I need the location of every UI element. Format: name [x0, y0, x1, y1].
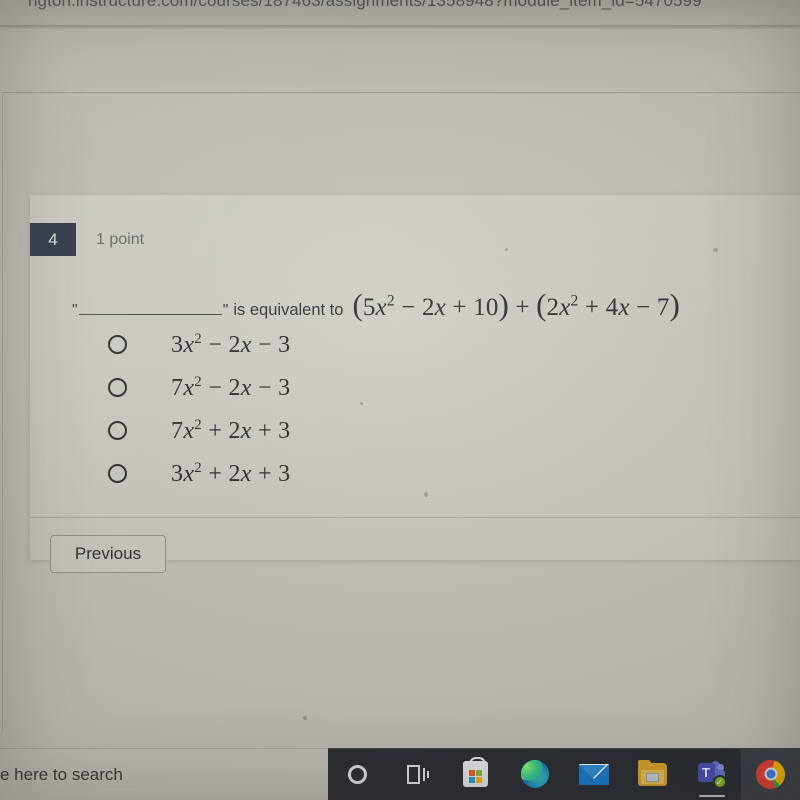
microsoft-store-icon — [463, 757, 488, 787]
photographed-screen: ngton.instructure.com/courses/187463/ass… — [0, 0, 800, 800]
taskbar-item-mail[interactable] — [564, 748, 623, 800]
mail-icon — [578, 763, 609, 785]
search-placeholder-text: e here to search — [0, 764, 123, 784]
answer-option-b[interactable]: 7x2 − 2x − 3 — [72, 366, 672, 409]
question-expression: (5x2 − 2x + 10) + (2x2 + 4x − 7) — [352, 288, 680, 322]
quote-open: " — [72, 302, 78, 319]
taskbar-item-teams[interactable]: T ✓ — [682, 748, 741, 800]
radio-button-icon[interactable] — [108, 464, 127, 483]
taskbar-search-box[interactable]: e here to search — [0, 748, 328, 800]
taskbar-icon-strip: T ✓ — [328, 748, 800, 800]
quiz-question-card: 4 1 point " " is equivalent to (5x2 − 2x… — [30, 195, 800, 573]
answer-option-label: 7x2 + 2x + 3 — [171, 416, 291, 444]
teams-icon: T ✓ — [697, 761, 727, 789]
answer-option-d[interactable]: 3x2 + 2x + 3 — [72, 452, 672, 495]
quote-close: " — [222, 302, 229, 319]
answer-options-list: 3x2 − 2x − 3 7x2 − 2x − 3 7x2 + 2x + 3 3… — [72, 323, 672, 495]
taskbar-item-microsoft-store[interactable] — [446, 748, 505, 800]
question-points-label: 1 point — [96, 230, 145, 248]
file-explorer-icon — [638, 759, 667, 786]
chrome-icon — [756, 759, 785, 789]
prompt-text: is equivalent to — [233, 301, 344, 319]
windows-taskbar: e here to search T ✓ — [0, 748, 800, 800]
page-content-area: 4 1 point " " is equivalent to (5x2 − 2x… — [0, 30, 800, 748]
expression-operator: + — [515, 294, 537, 321]
answer-option-a[interactable]: 3x2 − 2x − 3 — [72, 323, 672, 366]
expression-group-2: 2x2 + 4x − 7 — [546, 292, 670, 321]
answer-option-label: 3x2 − 2x − 3 — [171, 330, 291, 358]
task-view-icon — [405, 764, 429, 784]
teams-status-badge-icon: ✓ — [712, 775, 727, 789]
address-bar-shadow — [0, 25, 800, 29]
radio-button-icon[interactable] — [108, 335, 127, 354]
radio-button-icon[interactable] — [108, 378, 127, 397]
teams-letter: T — [697, 763, 715, 782]
taskbar-item-file-explorer[interactable] — [623, 748, 682, 800]
answer-option-label: 3x2 + 2x + 3 — [171, 459, 291, 487]
answer-option-c[interactable]: 7x2 + 2x + 3 — [72, 409, 672, 452]
question-header: 4 1 point — [30, 223, 144, 256]
taskbar-item-cortana[interactable] — [328, 748, 387, 800]
card-divider — [30, 517, 800, 518]
taskbar-item-chrome[interactable] — [741, 748, 800, 800]
previous-button[interactable]: Previous — [50, 535, 166, 573]
question-prompt: " " is equivalent to (5x2 − 2x + 10) + (… — [72, 288, 680, 323]
answer-option-label: 7x2 − 2x − 3 — [171, 373, 291, 401]
answer-blank-line — [78, 302, 222, 315]
expression-group-1: 5x2 − 2x + 10 — [362, 292, 499, 321]
edge-icon — [520, 760, 549, 788]
question-number-badge: 4 — [30, 223, 76, 256]
taskbar-item-edge[interactable] — [505, 748, 564, 800]
cortana-icon — [348, 764, 367, 784]
radio-button-icon[interactable] — [108, 421, 127, 440]
address-bar-url: ngton.instructure.com/courses/187463/ass… — [28, 0, 702, 10]
taskbar-running-underline — [698, 794, 725, 797]
taskbar-item-task-view[interactable] — [387, 748, 446, 800]
